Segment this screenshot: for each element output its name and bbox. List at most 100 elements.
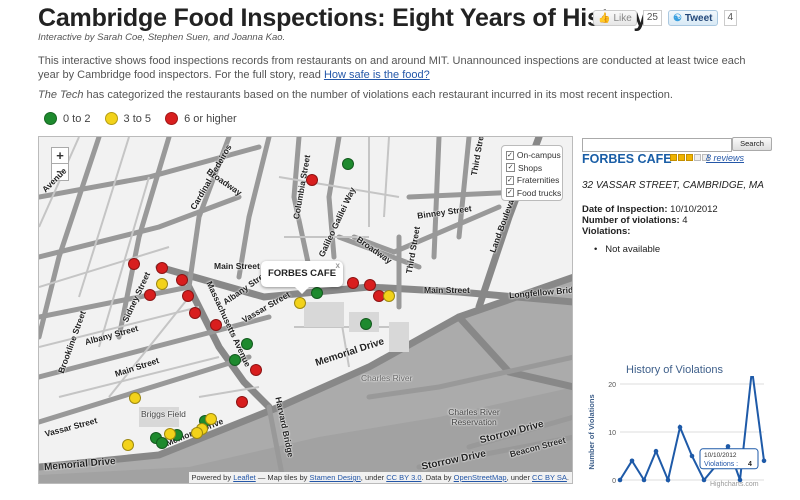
restaurant-marker[interactable] (241, 338, 253, 350)
attribution-text: . (566, 473, 569, 482)
restaurant-marker[interactable] (156, 437, 168, 449)
attribution-text: Powered by (191, 473, 234, 482)
restaurant-marker[interactable] (191, 427, 203, 439)
y-tick-label: 0 (612, 478, 616, 485)
search-button[interactable]: Search (732, 137, 772, 151)
y-axis-label: Number of Violations (587, 394, 596, 469)
layer-shops[interactable]: ✓ Shops (506, 162, 558, 175)
water-label: Charles River (361, 373, 413, 383)
y-tick-label: 20 (608, 382, 616, 389)
park-label: Charles River Reservation (448, 407, 500, 427)
checkbox-icon[interactable]: ✓ (506, 150, 514, 160)
map-popup: FORBES CAFE x (261, 261, 343, 287)
search-input[interactable] (582, 138, 732, 152)
attribution-text: — Map tiles by (255, 473, 310, 482)
attribution-text: , under (506, 473, 533, 482)
legend-label: 3 to 5 (123, 112, 152, 125)
stamen-link[interactable]: Stamen Design (310, 473, 361, 482)
social-buttons: 👍 Like 25 ☯ Tweet 4 (593, 10, 738, 26)
legend: 0 to 2 3 to 5 6 or higher (44, 112, 237, 125)
violation-count: Number of violations: 4 (582, 215, 688, 226)
green-dot-icon (44, 112, 57, 125)
violation-count-value: 4 (679, 215, 688, 226)
close-icon[interactable]: x (336, 261, 340, 271)
osm-link[interactable]: OpenStreetMap (454, 473, 507, 482)
restaurant-marker[interactable] (122, 439, 134, 451)
star-empty-icon (694, 154, 701, 161)
like-button[interactable]: 👍 Like (593, 10, 637, 26)
violations-heading-label: Violations: (582, 226, 631, 237)
violation-list-item: • Not available (594, 244, 661, 255)
cc-by-sa-link[interactable]: CC BY SA (532, 473, 567, 482)
data-point (665, 477, 671, 483)
legend-item-red: 6 or higher (165, 112, 237, 125)
restaurant-marker[interactable] (342, 158, 354, 170)
legend-label: 0 to 2 (63, 112, 91, 125)
restaurant-marker[interactable] (383, 290, 395, 302)
legend-label: 6 or higher (184, 112, 237, 125)
story-link[interactable]: How safe is the food? (324, 69, 430, 81)
restaurant-marker[interactable] (205, 413, 217, 425)
data-point (689, 453, 695, 459)
publication-name: The Tech (38, 89, 84, 101)
restaurant-marker[interactable] (176, 274, 188, 286)
restaurant-marker[interactable] (229, 354, 241, 366)
star-icon (670, 154, 677, 161)
restaurant-marker[interactable] (236, 396, 248, 408)
restaurant-marker[interactable] (306, 174, 318, 186)
layer-fraternities[interactable]: ✓ Fraternities (506, 174, 560, 187)
map[interactable]: + − Columbia Street Cardinal Medeiros Av… (38, 136, 573, 484)
restaurant-address: 32 VASSAR STREET, CAMBRIDGE, MA (582, 180, 764, 191)
reviews-link[interactable]: 8 reviews (706, 153, 744, 163)
restaurant-marker[interactable] (210, 319, 222, 331)
data-point (641, 477, 647, 483)
tooltip-value: 4 (748, 461, 752, 468)
layer-on-campus[interactable]: ✓ On-campus (506, 149, 561, 162)
restaurant-marker[interactable] (189, 307, 201, 319)
restaurant-marker[interactable] (182, 290, 194, 302)
restaurant-marker[interactable] (129, 392, 141, 404)
tooltip-label: Violations : (704, 461, 738, 468)
star-icon (686, 154, 693, 161)
data-point (617, 477, 623, 483)
layer-label: Shops (518, 162, 543, 173)
chart-title: History of Violations (626, 364, 724, 376)
layer-label: On-campus (516, 150, 561, 161)
restaurant-marker[interactable] (250, 364, 262, 376)
restaurant-name: FORBES CAFE (582, 152, 672, 166)
violations-chart[interactable]: 0 10 20 Number of Violations 10/10/2012 Viola… (582, 376, 772, 486)
inspection-date-label: Date of Inspection: (582, 204, 668, 215)
restaurant-marker[interactable] (364, 279, 376, 291)
data-point (629, 458, 635, 464)
category-note: The Tech has categorized the restaurants… (38, 89, 673, 101)
legend-item-green: 0 to 2 (44, 112, 91, 125)
checkbox-icon[interactable]: ✓ (506, 188, 514, 198)
legend-item-yellow: 3 to 5 (104, 112, 152, 125)
layer-food-trucks[interactable]: ✓ Food trucks (506, 187, 561, 200)
restaurant-marker[interactable] (311, 287, 323, 299)
yellow-dot-icon (104, 112, 118, 125)
checkbox-icon[interactable]: ✓ (506, 163, 515, 173)
violation-item-text: Not available (605, 244, 661, 255)
data-point (677, 424, 683, 430)
bird-icon: ☯ (672, 12, 682, 24)
tweet-button[interactable]: ☯ Tweet (667, 10, 718, 26)
attribution-text: , under (360, 473, 387, 482)
restaurant-marker[interactable] (360, 318, 372, 330)
restaurant-marker[interactable] (156, 262, 168, 274)
restaurant-marker[interactable] (347, 277, 359, 289)
layer-label: Fraternities (516, 175, 560, 186)
restaurant-marker[interactable] (294, 297, 306, 309)
leaflet-link[interactable]: Leaflet (233, 473, 256, 482)
cc-by-link[interactable]: CC BY 3.0 (386, 473, 421, 482)
checkbox-icon[interactable]: ✓ (506, 175, 514, 185)
restaurant-marker[interactable] (128, 258, 140, 270)
intro-paragraph: This interactive shows food inspections … (38, 54, 763, 82)
attribution-text: . Data by (421, 473, 454, 482)
restaurant-marker[interactable] (144, 289, 156, 301)
violations-heading: Violations: (582, 226, 630, 237)
layers-control: ✓ On-campus ✓ Shops ✓ Fraternities ✓ Food tr… (501, 145, 563, 201)
restaurant-marker[interactable] (156, 278, 168, 290)
data-point (653, 448, 659, 454)
data-point (725, 444, 731, 449)
